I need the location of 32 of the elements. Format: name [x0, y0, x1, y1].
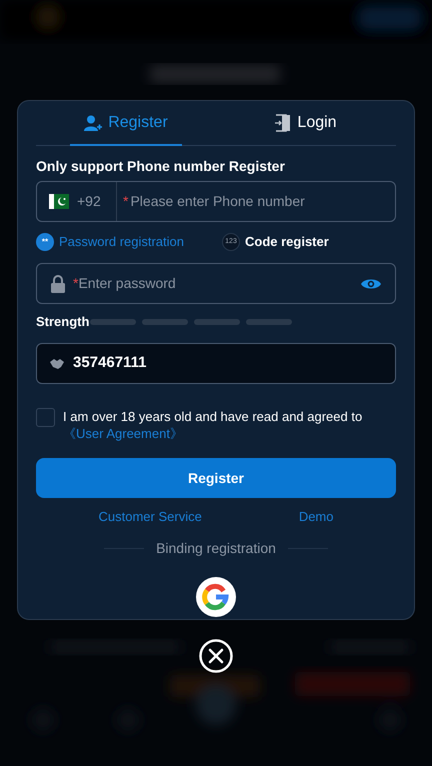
tab[interactable]: Login	[250, 101, 362, 145]
agreement-checkbox[interactable]	[36, 408, 55, 427]
google-icon[interactable]	[196, 577, 236, 617]
register-button[interactable]: Register	[36, 458, 396, 498]
invite-code-value: 357467111	[73, 353, 146, 374]
lock-icon	[51, 274, 65, 292]
close-icon[interactable]	[199, 639, 233, 673]
strength-segment	[246, 319, 292, 325]
phone-field[interactable]: +92 *Please enter Phone number	[36, 181, 396, 222]
eye-icon[interactable]	[361, 276, 381, 290]
flag-icon	[49, 194, 69, 209]
user-agreement-link[interactable]: 《User Agreement》	[63, 426, 183, 441]
strength-segment	[142, 319, 188, 325]
required-mark: *	[123, 192, 128, 211]
country-code[interactable]: +92	[77, 191, 101, 212]
footer-link[interactable]: Demo	[298, 507, 334, 527]
method-option[interactable]: ** Password registration	[36, 232, 222, 252]
invite-code-field[interactable]: 357467111	[36, 343, 396, 384]
tab[interactable]: Register	[70, 101, 182, 146]
password-field[interactable]: *Enter password	[36, 263, 396, 304]
strength-label: Strength	[36, 313, 90, 332]
strength-segment	[194, 319, 240, 325]
placeholder-text: Please enter Phone number	[129, 192, 305, 211]
strength-segment	[90, 319, 136, 325]
required-mark: *	[73, 274, 78, 293]
agreement-text: I am over 18 years old and have read and agreed to	[63, 409, 362, 424]
notice-text: Only support Phone number Register	[36, 158, 286, 175]
door-icon	[275, 114, 292, 132]
footer-link[interactable]: Customer Service	[98, 507, 202, 527]
user-add-icon	[84, 114, 102, 130]
binding-label: Binding registration	[156, 539, 276, 558]
placeholder-text: Enter password	[78, 274, 177, 293]
